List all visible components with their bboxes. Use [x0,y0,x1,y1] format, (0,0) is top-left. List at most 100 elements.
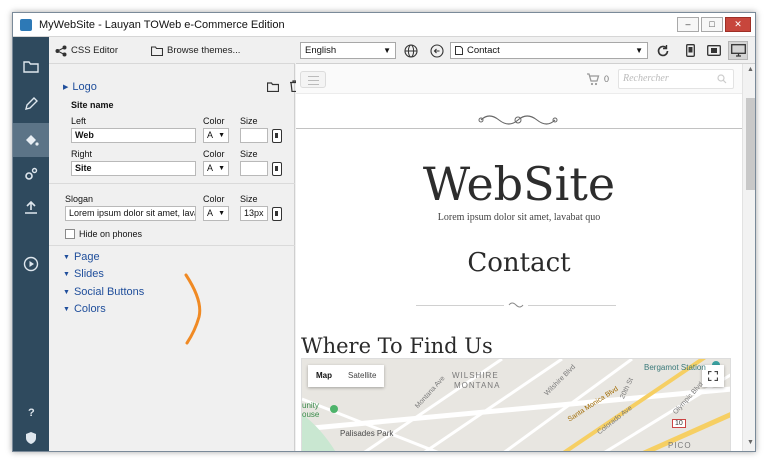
expand-arrow-icon: ▼ [63,253,70,261]
left-color-label: Color [203,116,225,126]
title-ornament [508,302,524,308]
svg-text:?: ? [28,407,35,419]
rail-folder-button[interactable] [13,49,49,83]
phone-view-button[interactable] [680,41,700,60]
map-label: MONTANA [454,381,501,390]
chevron-down-icon: ▼ [218,210,225,217]
desktop-view-button[interactable] [728,41,748,60]
section-page-label: Page [73,251,100,263]
arrow-left-circle-icon [429,43,444,58]
satellite-tab[interactable]: Satellite [340,365,384,387]
slogan-size-field[interactable]: 13px [240,206,268,221]
left-color-select[interactable]: A ▼ [203,128,229,143]
question-icon: ? [28,407,35,419]
map-label: 10 [672,419,686,428]
cart-icon[interactable] [586,72,600,86]
menu-button[interactable] [300,71,326,88]
scroll-up-icon[interactable]: ▲ [743,66,755,78]
title-rule-right [528,305,616,306]
map-tab[interactable]: Map [308,365,340,387]
section-slides-label: Slides [73,268,104,280]
css-editor-button[interactable]: CSS Editor [55,43,118,58]
right-label: Right [71,149,93,159]
left-text-field[interactable]: Web [71,128,196,143]
hide-on-phones-checkbox[interactable] [65,229,75,239]
play-circle-icon [23,256,39,272]
browse-themes-label: Browse themes... [167,45,241,56]
chevron-down-icon: ▼ [218,132,225,139]
right-text-field[interactable]: Site [71,161,196,176]
phone-icon[interactable] [272,207,282,221]
title-bar: MyWebSite - Lauyan TOWeb e-Commerce Edit… [13,13,755,37]
upload-icon [25,200,37,214]
ornament-flourish [478,115,558,125]
map-label: Palisades Park [340,429,394,438]
section-slides[interactable]: ▼ Slides [63,268,104,280]
gears-icon [25,167,38,180]
refresh-button[interactable] [654,42,671,59]
rail-edit-button[interactable] [13,87,49,121]
rail-shield-button[interactable] [13,421,49,451]
divider [49,183,295,184]
section-colors[interactable]: ▼ Colors [63,303,106,315]
scroll-thumb[interactable] [746,98,755,190]
site-search-input[interactable]: Rechercher [618,69,734,89]
page-title: Contact [467,248,571,278]
website-preview[interactable]: 0 Rechercher WebSite Lorem ipsum dolor s… [296,64,742,451]
app-icon [20,19,32,31]
left-toolbar: CSS Editor Browse themes... [49,37,295,64]
browse-themes-button[interactable]: Browse themes... [151,43,240,58]
logo-section-toggle[interactable]: ▶ Logo [63,81,97,93]
chevron-down-icon: ▼ [383,46,391,55]
back-button[interactable] [428,42,445,59]
rail-preview-button[interactable] [13,247,49,281]
globe-icon [403,43,418,58]
page-select[interactable]: Contact ▼ [450,42,648,59]
preview-scrollbar[interactable]: ▲ ▼ [742,64,755,451]
slogan-color-label: Color [203,194,225,204]
scroll-down-icon[interactable]: ▼ [743,439,755,451]
folder-open-icon[interactable] [267,81,279,92]
slogan-text-field[interactable]: Lorem ipsum dolor sit amet, lava [65,206,196,221]
minimize-button[interactable]: – [677,17,699,32]
section-social-buttons[interactable]: ▼ Social Buttons [63,286,144,298]
close-button[interactable]: ✕ [725,17,751,32]
shield-icon [26,432,36,444]
language-select[interactable]: English ▼ [300,42,396,59]
rail-theme-button[interactable] [13,123,49,157]
map-type-toggle: Map Satellite [308,365,385,387]
slogan-size-label: Size [240,194,258,204]
slogan-label: Slogan [65,194,94,204]
section-page[interactable]: ▼ Page [63,251,100,263]
page-icon [455,46,463,55]
hide-on-phones-label: Hide on phones [79,229,143,239]
slogan-color-select[interactable]: A ▼ [203,206,229,221]
phone-icon[interactable] [272,162,282,176]
maximize-button[interactable]: □ [701,17,723,32]
globe-button[interactable] [402,42,419,59]
map-label: Bergamot Station [644,363,706,372]
chevron-down-icon: ▼ [218,165,225,172]
logo-heading: Logo [72,81,97,93]
right-color-select[interactable]: A ▼ [203,161,229,176]
site-name-label: Site name [71,100,114,110]
right-size-field[interactable] [240,161,268,176]
tablet-view-button[interactable] [704,41,724,60]
page-value: Contact [467,45,500,56]
phone-icon[interactable] [272,129,282,143]
monitor-icon [730,44,746,57]
google-map[interactable]: Map Satellite WILSHIRE MONTANA Bergamot … [301,358,731,451]
app-window: MyWebSite - Lauyan TOWeb e-Commerce Edit… [12,12,756,452]
phone-icon [685,44,695,57]
rail-publish-button[interactable] [13,191,49,225]
left-label: Left [71,116,87,126]
rail-settings-button[interactable] [13,157,49,191]
chevron-down-icon: ▼ [635,46,643,55]
left-size-field[interactable] [240,128,268,143]
expand-arrow-icon: ▼ [63,288,70,296]
section-title: Where To Find Us [301,334,493,358]
left-color-value: A [207,130,214,140]
title-rule-left [416,305,504,306]
tablet-icon [707,45,721,56]
search-icon [717,74,727,84]
